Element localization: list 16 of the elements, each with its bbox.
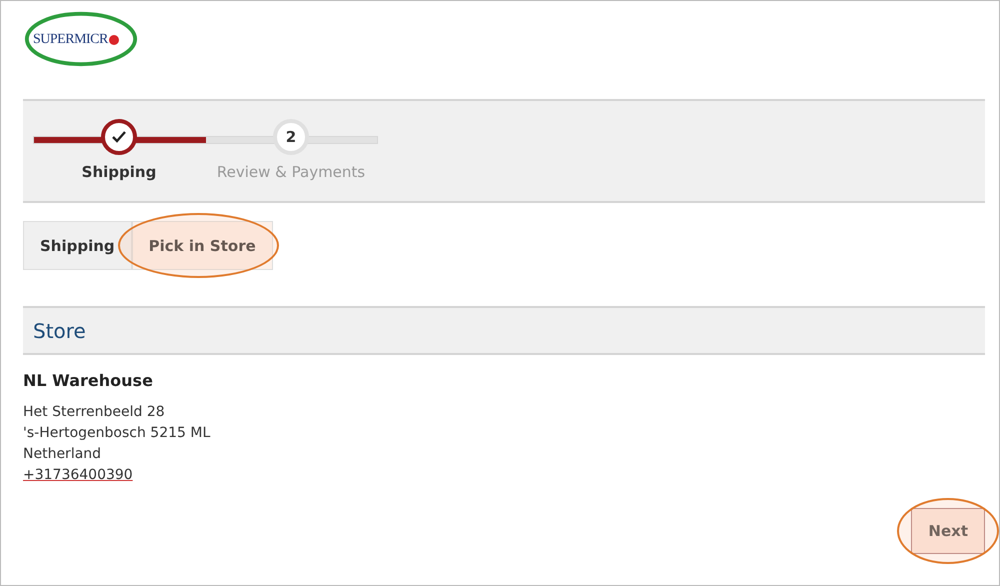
address-line: Het Sterrenbeeld 28 bbox=[23, 403, 166, 422]
address-line: 's-Hertogenbosch 5215 ML bbox=[23, 424, 212, 443]
step-label: Review & Payments bbox=[216, 163, 366, 181]
section-title: Store bbox=[33, 318, 86, 342]
logo-dot-icon bbox=[108, 35, 119, 45]
address-line: Netherland bbox=[23, 445, 102, 464]
step-number: 2 bbox=[286, 128, 296, 146]
check-icon bbox=[111, 129, 127, 145]
step-label: Shipping bbox=[82, 163, 156, 181]
store-name: NL Warehouse bbox=[23, 371, 154, 390]
tab[interactable]: Pick in Store bbox=[132, 221, 273, 270]
logo-text: SUPERMICR bbox=[33, 32, 108, 48]
phone-link[interactable]: +31736400390 bbox=[23, 467, 133, 483]
tab[interactable]: Shipping bbox=[23, 221, 132, 270]
logo-ellipse-icon bbox=[23, 9, 139, 69]
next-button[interactable]: Next bbox=[911, 508, 985, 554]
